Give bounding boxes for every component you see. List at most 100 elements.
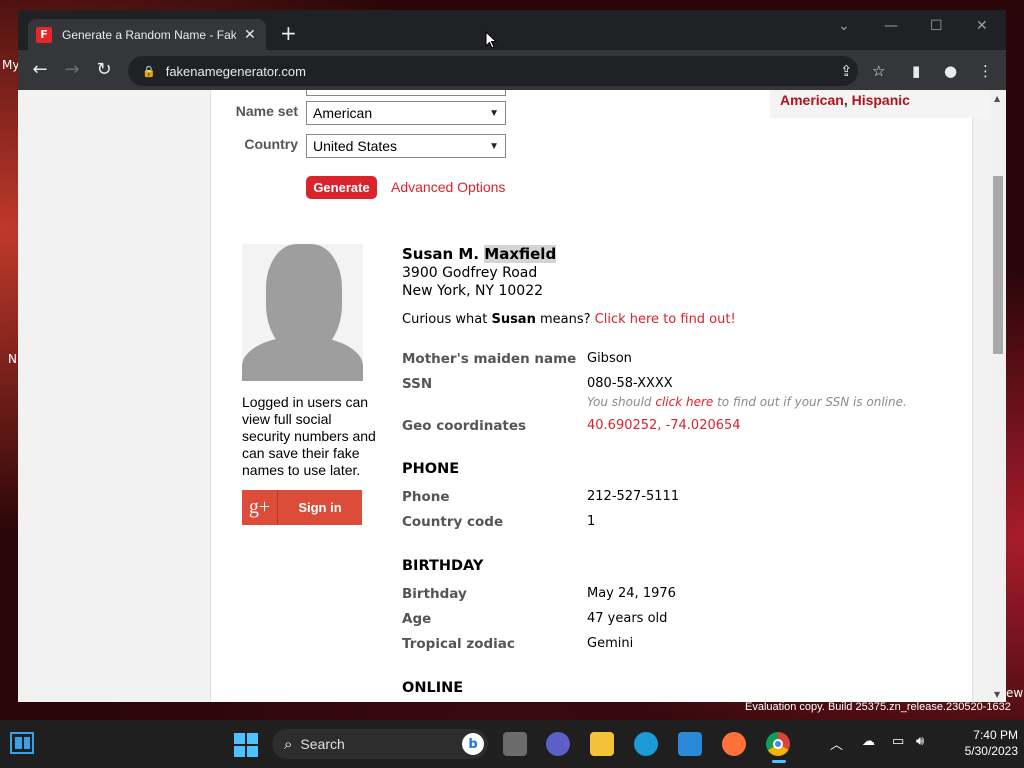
- signin-label: Sign in: [298, 500, 342, 515]
- login-note: Logged in users can view full social sec…: [242, 394, 376, 478]
- clock[interactable]: 7:40 PM 5/30/2023: [940, 727, 1018, 759]
- nameset-hispanic[interactable]: Hispanic: [852, 92, 910, 108]
- favicon-icon: F: [36, 26, 52, 43]
- country-label: Country: [244, 136, 298, 152]
- tab-search-icon[interactable]: ⌄: [838, 18, 850, 34]
- birthday-label: Birthday: [402, 586, 467, 602]
- active-app-indicator: [772, 760, 786, 763]
- page-scrollbar[interactable]: ▲ ▼: [990, 90, 1006, 702]
- scroll-down-icon[interactable]: ▼: [994, 690, 1000, 699]
- desktop-label: My: [2, 58, 20, 72]
- ssn-check-link[interactable]: click here: [655, 395, 713, 409]
- google-plus-icon: g+: [242, 490, 278, 525]
- file-explorer-icon[interactable]: [590, 732, 614, 756]
- minimize-icon[interactable]: —: [884, 18, 898, 34]
- ssn-note: You should click here to find out if you…: [587, 395, 907, 409]
- build-watermark: Evaluation copy. Build 25375.zn_release.…: [745, 701, 1011, 713]
- profile-icon[interactable]: ●: [944, 62, 957, 80]
- reload-icon[interactable]: ↻: [92, 60, 116, 80]
- ssn-value: 080-58-XXXX: [587, 376, 673, 391]
- time: 7:40 PM: [973, 728, 1018, 742]
- edge-icon[interactable]: [634, 732, 658, 756]
- infobox-separator: ,: [843, 92, 852, 108]
- close-window-icon[interactable]: ✕: [976, 18, 988, 34]
- zodiac-label: Tropical zodiac: [402, 636, 515, 652]
- age-label: Age: [402, 611, 432, 627]
- mouse-cursor-icon: [485, 31, 497, 49]
- address-line-1: 3900 Godfrey Road: [402, 265, 538, 281]
- back-icon[interactable]: ←: [28, 60, 52, 80]
- phone-heading: PHONE: [402, 461, 460, 477]
- volume-icon[interactable]: 🔊︎: [916, 734, 924, 749]
- maximize-icon[interactable]: ☐: [930, 18, 943, 34]
- menu-icon[interactable]: ⋮: [978, 62, 993, 80]
- address-bar[interactable]: 🔒 fakenamegenerator.com: [128, 56, 858, 86]
- country-code-value: 1: [587, 514, 596, 529]
- date: 5/30/2023: [964, 744, 1018, 758]
- web-page: American, Hispanic Name set American ▼ C…: [18, 90, 990, 702]
- address-line-2: New York, NY 10022: [402, 283, 544, 299]
- online-heading: ONLINE: [402, 680, 464, 696]
- desktop-label: N: [8, 352, 17, 366]
- maiden-name-value: Gibson: [587, 351, 632, 366]
- birthday-value: May 24, 1976: [587, 586, 676, 601]
- start-icon[interactable]: [234, 733, 258, 757]
- nameset-select[interactable]: American ▼: [306, 101, 506, 125]
- country-select[interactable]: United States ▼: [306, 134, 506, 158]
- phone-label: Phone: [402, 489, 450, 505]
- task-view-icon[interactable]: [503, 732, 527, 756]
- bing-icon[interactable]: b: [462, 733, 484, 755]
- nameset-value: American: [313, 105, 373, 121]
- scroll-thumb[interactable]: [993, 176, 1003, 354]
- star-icon[interactable]: ☆: [872, 62, 885, 80]
- ssn-label: SSN: [402, 376, 433, 392]
- google-signin-button[interactable]: g+ Sign in: [242, 490, 362, 525]
- person-name: Susan M. Maxfield: [402, 245, 557, 263]
- maiden-name-label: Mother's maiden name: [402, 351, 577, 367]
- new-tab-icon[interactable]: +: [280, 23, 297, 43]
- forward-icon[interactable]: →: [60, 60, 84, 80]
- select-remnant[interactable]: [306, 90, 506, 96]
- avatar: [242, 244, 363, 381]
- chevron-down-icon: ▼: [489, 140, 499, 152]
- name-meaning: Curious what Susan means? Click here to …: [402, 312, 736, 327]
- teams-icon[interactable]: [546, 732, 570, 756]
- name-meaning-link[interactable]: Click here to find out!: [595, 312, 736, 327]
- scroll-up-icon[interactable]: ▲: [994, 94, 1000, 103]
- store-icon[interactable]: [678, 732, 702, 756]
- country-value: United States: [313, 138, 398, 154]
- search-label: Search: [300, 736, 345, 752]
- chrome-icon[interactable]: [766, 732, 790, 756]
- network-icon[interactable]: ▭: [892, 734, 904, 749]
- generate-button[interactable]: Generate: [306, 176, 377, 199]
- chevron-up-icon[interactable]: ︿: [830, 734, 843, 753]
- sidepanel-icon[interactable]: ▮: [912, 62, 920, 80]
- desktop-label: ew: [1006, 686, 1024, 700]
- close-tab-icon[interactable]: ✕: [244, 27, 256, 43]
- url-text: fakenamegenerator.com: [165, 63, 306, 79]
- selected-surname[interactable]: Maxfield: [484, 245, 557, 263]
- phone-value: 212-527-5111: [587, 489, 680, 504]
- taskbar-search[interactable]: ⌕ Search b: [272, 729, 488, 759]
- nameset-american[interactable]: American: [780, 92, 844, 108]
- age-value: 47 years old: [587, 611, 668, 626]
- cloud-icon[interactable]: ☁: [862, 734, 875, 749]
- birthday-heading: BIRTHDAY: [402, 558, 484, 574]
- info-box: American, Hispanic: [770, 90, 990, 118]
- widgets-icon[interactable]: [10, 732, 34, 754]
- nameset-label: Name set: [235, 103, 298, 119]
- tab-strip: F Generate a Random Name - Fake ✕ + ⌄ — …: [18, 10, 1006, 50]
- country-code-label: Country code: [402, 514, 504, 530]
- zodiac-value: Gemini: [587, 636, 634, 651]
- firefox-icon[interactable]: [722, 732, 746, 756]
- advanced-options-link[interactable]: Advanced Options: [391, 179, 505, 195]
- geo-coordinates-link[interactable]: 40.690252, -74.020654: [587, 418, 741, 433]
- geo-label: Geo coordinates: [402, 418, 527, 434]
- search-icon: ⌕: [284, 735, 293, 753]
- browser-tab[interactable]: F Generate a Random Name - Fake ✕: [28, 19, 266, 50]
- tab-title: Generate a Random Name - Fake: [62, 27, 236, 42]
- lock-icon[interactable]: 🔒: [142, 65, 156, 78]
- browser-window: F Generate a Random Name - Fake ✕ + ⌄ — …: [18, 10, 1006, 702]
- chevron-down-icon: ▼: [489, 107, 499, 119]
- share-icon[interactable]: ⇪: [840, 62, 853, 80]
